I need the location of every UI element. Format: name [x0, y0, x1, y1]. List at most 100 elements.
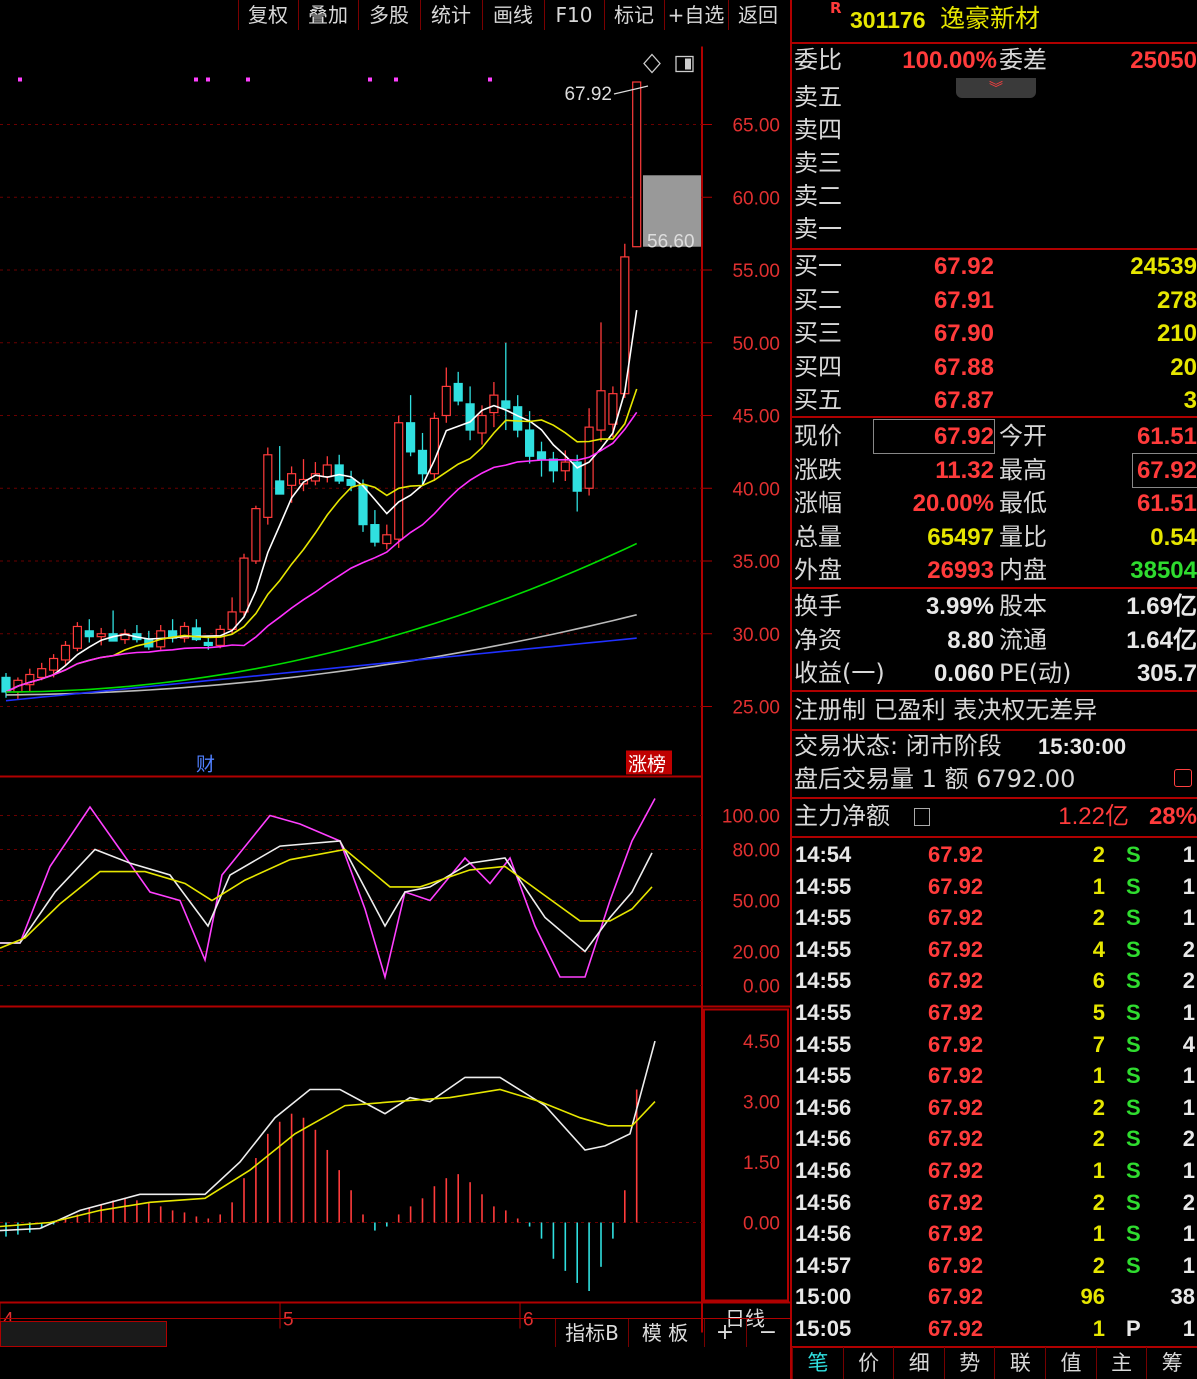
- chart-status-bar: 指标B 模 板 + −: [0, 1318, 790, 1348]
- tick-volume: 1: [1092, 1063, 1105, 1089]
- sell-row[interactable]: 卖四: [792, 114, 1197, 147]
- sell-row[interactable]: 卖二: [792, 180, 1197, 213]
- stock-thumb[interactable]: [0, 1321, 167, 1347]
- tick-row[interactable]: 14:55 67.92 1 S 1: [792, 871, 1197, 902]
- template-button[interactable]: 模 板: [628, 1319, 701, 1347]
- stat-label: 外盘: [794, 556, 842, 584]
- buy-row[interactable]: 买四 67.88 20: [792, 351, 1197, 384]
- tick-side: S: [1126, 905, 1141, 931]
- toolbar-button-3[interactable]: 统计: [420, 0, 481, 30]
- toolbar-button-8[interactable]: 返回: [728, 0, 787, 30]
- tick-time: 14:55: [795, 1031, 852, 1057]
- buy-row[interactable]: 买五 67.87 3: [792, 384, 1197, 417]
- toolbar-button-1[interactable]: 叠加: [298, 0, 357, 30]
- panel-tab-4[interactable]: 联: [994, 1347, 1045, 1379]
- tick-row[interactable]: 14:55 67.92 2 S 1: [792, 902, 1197, 933]
- buy-row[interactable]: 买二 67.91 278: [792, 284, 1197, 317]
- candle-body: [191, 627, 201, 641]
- tick-row[interactable]: 15:05 67.92 1 P 1: [792, 1313, 1197, 1344]
- signal-dot: [394, 77, 398, 82]
- tick-time: 14:56: [795, 1126, 852, 1152]
- panel-tab-6[interactable]: 主: [1095, 1347, 1147, 1379]
- zoom-out-button[interactable]: −: [746, 1319, 789, 1347]
- toolbar-button-4[interactable]: 画线: [482, 0, 543, 30]
- tick-row[interactable]: 14:54 67.92 2 S 1: [792, 839, 1197, 870]
- stat-label: 现价: [794, 422, 842, 450]
- tick-row[interactable]: 14:57 67.92 2 S 1: [792, 1250, 1197, 1281]
- tick-count: 38: [1170, 1284, 1195, 1310]
- stat-row: 涨跌 11.32 最高 67.92: [792, 452, 1197, 488]
- buy-volume: 278: [1156, 286, 1197, 314]
- tick-time: 14:56: [795, 1189, 852, 1215]
- tick-volume: 6: [1092, 968, 1105, 994]
- tick-side: S: [1126, 1252, 1141, 1278]
- stat-value: 61.51: [1136, 490, 1197, 517]
- diamond-icon: [643, 53, 661, 74]
- sell-row[interactable]: 卖三: [792, 147, 1197, 180]
- low-price-marker: 56.60: [647, 232, 695, 253]
- kline-chart[interactable]: 65.00 60.00 55.00 50.00 45.00 40.00 35.00 30.00…: [0, 32, 790, 1347]
- tick-count: 1: [1182, 842, 1195, 867]
- toolbar-button-6[interactable]: 标记: [604, 0, 663, 30]
- indicator-b-button[interactable]: 指标B: [555, 1319, 628, 1347]
- panel-tab-3[interactable]: 势: [943, 1347, 995, 1379]
- tick-price: 67.92: [928, 1158, 984, 1183]
- tick-row[interactable]: 14:55 67.92 5 S 1: [792, 997, 1197, 1028]
- fund-value: 1.69亿: [1126, 593, 1197, 620]
- tick-row[interactable]: 14:55 67.92 6 S 2: [792, 965, 1197, 996]
- tick-time: 14:55: [795, 1063, 852, 1089]
- toolbar-button-7[interactable]: +自选: [664, 0, 727, 30]
- signal-dot: [206, 77, 210, 82]
- fund-label: 收益(一): [794, 659, 885, 687]
- panel-tab-5[interactable]: 值: [1045, 1347, 1096, 1379]
- panel-tab-2[interactable]: 细: [893, 1347, 944, 1379]
- tick-row[interactable]: 15:00 67.92 96 38: [792, 1281, 1197, 1312]
- candle-body: [84, 630, 94, 638]
- buy-row[interactable]: 买一 67.92 24539: [792, 250, 1197, 283]
- tick-row[interactable]: 14:56 67.92 2 S 2: [792, 1187, 1197, 1218]
- list-icon[interactable]: [914, 808, 930, 826]
- panel-tab-7[interactable]: 筹: [1146, 1347, 1197, 1379]
- buy-row[interactable]: 买三 67.90 210: [792, 317, 1197, 350]
- tick-row[interactable]: 14:55 67.92 4 S 2: [792, 934, 1197, 965]
- sell-row[interactable]: 卖一: [792, 213, 1197, 246]
- zoom-in-button[interactable]: +: [704, 1319, 745, 1347]
- panel-tab-1[interactable]: 价: [842, 1347, 894, 1379]
- tick-volume: 1: [1092, 873, 1105, 899]
- tick-row[interactable]: 14:56 67.92 2 S 1: [792, 1092, 1197, 1123]
- tick-volume: 2: [1092, 1094, 1105, 1120]
- tick-volume: 1: [1092, 1221, 1105, 1247]
- tick-row[interactable]: 14:55 67.92 1 S 1: [792, 1060, 1197, 1091]
- weibi-row: 委比 100.00% 委差 25050: [792, 44, 1197, 77]
- tick-time: 14:55: [795, 968, 852, 994]
- chart-icon[interactable]: [1174, 769, 1192, 787]
- toolbar-button-2[interactable]: 多股: [358, 0, 419, 30]
- tick-row[interactable]: 14:56 67.92 2 S 2: [792, 1123, 1197, 1154]
- toolbar-button-0[interactable]: 复权: [238, 0, 297, 30]
- stat-row: 外盘 26993 内盘 38504: [792, 554, 1197, 587]
- signal-dot: [488, 77, 492, 82]
- panel-tab-0[interactable]: 笔: [792, 1347, 843, 1379]
- tick-row[interactable]: 14:56 67.92 1 S 1: [792, 1155, 1197, 1186]
- weibi-label: 委比: [794, 46, 842, 74]
- tick-row[interactable]: 14:56 67.92 1 S 1: [792, 1218, 1197, 1249]
- tick-count: 2: [1182, 1126, 1195, 1152]
- kdj-axis-label: 0.00: [743, 977, 780, 998]
- tick-time: 14:55: [795, 873, 852, 899]
- tick-price: 67.92: [928, 1189, 984, 1215]
- kdj-axis-label: 50.00: [732, 892, 780, 913]
- buy-label: 买二: [794, 285, 842, 314]
- tick-volume: 2: [1092, 842, 1105, 867]
- tick-row[interactable]: 14:55 67.92 7 S 4: [792, 1029, 1197, 1060]
- tick-count: 2: [1182, 968, 1195, 994]
- trade-status-time: 15:30:00: [1038, 734, 1127, 759]
- buy-volume: 210: [1156, 320, 1197, 347]
- stat-value: 11.32: [935, 456, 994, 484]
- tick-count: 1: [1182, 1316, 1195, 1341]
- sell-row[interactable]: 卖五: [792, 81, 1197, 114]
- tick-volume: 96: [1080, 1284, 1105, 1310]
- fund-value: 8.80: [947, 626, 994, 654]
- candle-body: [334, 464, 344, 482]
- buy-price: 67.90: [933, 320, 994, 347]
- toolbar-button-5[interactable]: F10: [544, 0, 603, 30]
